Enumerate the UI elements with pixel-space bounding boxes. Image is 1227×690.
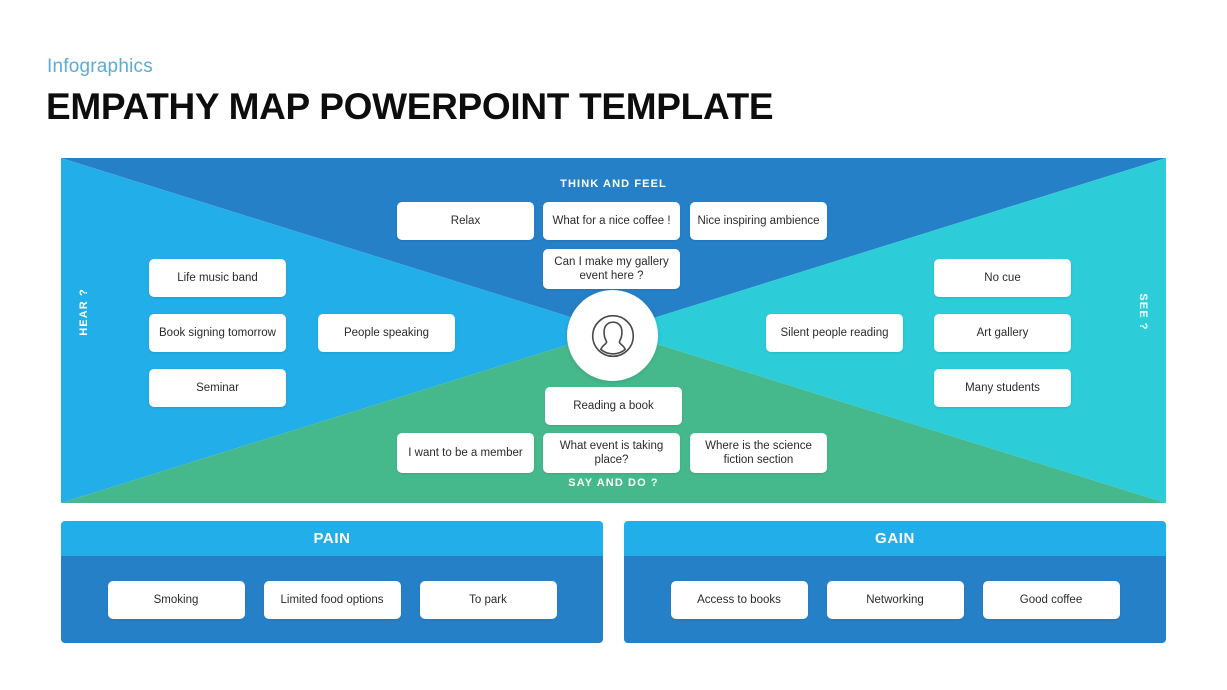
pain-panel-title: PAIN (313, 530, 351, 547)
gain-item[interactable]: Good coffee (982, 580, 1120, 619)
note-card[interactable]: What for a nice coffee ! (543, 202, 680, 240)
gain-item[interactable]: Networking (826, 580, 964, 619)
note-card[interactable]: Nice inspiring ambience (690, 202, 827, 240)
pain-panel-body: Smoking Limited food options To park (61, 556, 603, 643)
pain-panel: PAIN Smoking Limited food options To par… (61, 521, 603, 643)
eyebrow-label: Infographics (47, 56, 153, 77)
pain-item[interactable]: To park (419, 580, 557, 619)
note-card[interactable]: What event is taking place? (543, 433, 680, 473)
note-card[interactable]: People speaking (318, 314, 455, 352)
slide-canvas: Infographics EMPATHY MAP POWERPOINT TEMP… (0, 0, 1227, 690)
quadrant-label-say-do: SAY AND DO ? (568, 477, 659, 489)
note-card[interactable]: Seminar (149, 369, 286, 407)
note-card[interactable]: Many students (934, 369, 1071, 407)
gain-item[interactable]: Access to books (670, 580, 808, 619)
gain-panel-body: Access to books Networking Good coffee (624, 556, 1166, 643)
note-card[interactable]: No cue (934, 259, 1071, 297)
note-card[interactable]: Silent people reading (766, 314, 903, 352)
note-card[interactable]: Life music band (149, 259, 286, 297)
pain-panel-header: PAIN (61, 521, 603, 556)
quadrant-label-hear: HEAR ? (78, 288, 90, 336)
note-card[interactable]: Can I make my gallery event here ? (543, 249, 680, 289)
quadrant-label-see: SEE ? (1137, 293, 1149, 331)
note-card[interactable]: Art gallery (934, 314, 1071, 352)
note-card[interactable]: Relax (397, 202, 534, 240)
gain-panel: GAIN Access to books Networking Good cof… (624, 521, 1166, 643)
note-card[interactable]: Book signing tomorrow (149, 314, 286, 352)
quadrant-label-think-feel: THINK AND FEEL (560, 178, 667, 190)
note-card[interactable]: Where is the science fiction section (690, 433, 827, 473)
gain-panel-title: GAIN (875, 530, 915, 547)
note-card[interactable]: I want to be a member (397, 433, 534, 473)
gain-panel-header: GAIN (624, 521, 1166, 556)
user-avatar-icon (591, 314, 634, 357)
persona-badge (567, 290, 658, 381)
page-title: EMPATHY MAP POWERPOINT TEMPLATE (46, 86, 774, 127)
pain-item[interactable]: Limited food options (263, 580, 401, 619)
note-card[interactable]: Reading a book (545, 387, 682, 425)
pain-item[interactable]: Smoking (107, 580, 245, 619)
